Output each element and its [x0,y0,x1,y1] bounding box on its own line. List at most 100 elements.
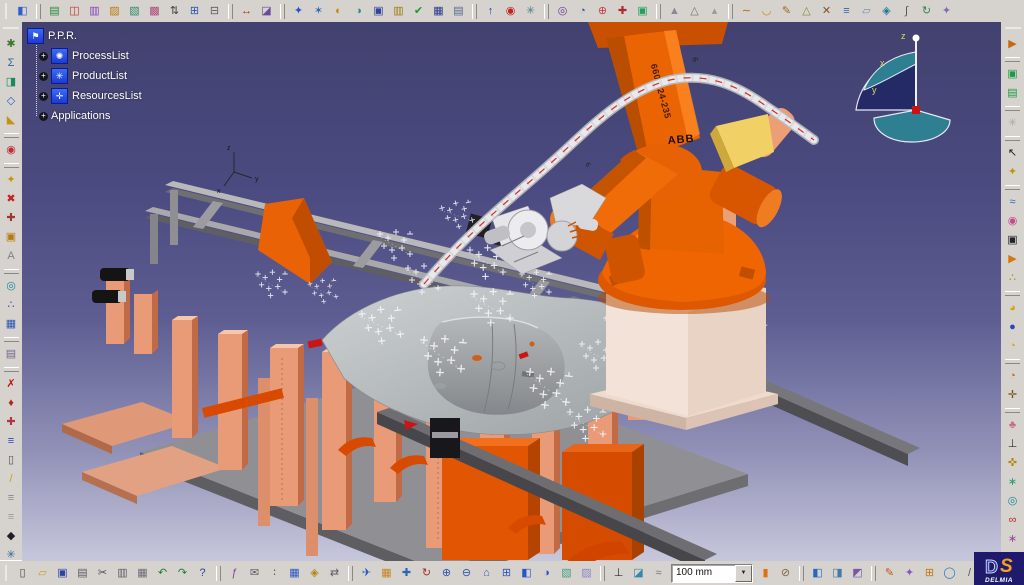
io-chain-icon[interactable]: ∞ [1003,511,1022,530]
tag-group-a-icon[interactable]: ∗ [1003,473,1022,492]
robot-home-pos-icon[interactable]: ▣ [2,228,21,247]
grid-snap-icon[interactable]: ⊞ [920,564,939,583]
comment-icon[interactable]: ✉ [245,564,264,583]
axis-system-icon[interactable]: ⊥ [1003,435,1022,454]
measure-inertia-icon[interactable]: ◪ [257,2,276,21]
resource-structure-icon[interactable]: ▨ [105,2,124,21]
swap-icon[interactable]: ⇄ [325,564,344,583]
expand-productlist-button[interactable]: + [39,72,48,81]
snapshot-icon[interactable]: ▣ [1003,231,1022,250]
vision-check-icon[interactable]: ◔ [573,2,592,21]
workbench-icon[interactable]: ◧ [13,2,32,21]
ball-joint-c-icon[interactable]: ◔ [1003,337,1022,356]
product-structure-icon[interactable]: ▥ [85,2,104,21]
productlist-node-label[interactable]: ProductList [72,70,127,82]
ppr-node-icon[interactable]: ⚑ [27,28,44,44]
undo-icon[interactable]: ↶ [153,564,172,583]
zoom-out-icon[interactable]: ⊖ [457,564,476,583]
new-document-icon[interactable]: ▯ [2,451,21,470]
tree-node-resourceslist[interactable]: + ✛ ResourcesList [39,86,142,106]
sequence-activities-icon[interactable]: ▩ [145,2,164,21]
3d-viewport-scene[interactable]: z x y [22,22,1001,561]
tree-node-productlist[interactable]: + ✳ ProductList [39,66,142,86]
broken-link-icon[interactable]: ⊘ [776,564,795,583]
tree-node-processlist[interactable]: + ✺ ProcessList [39,46,142,66]
intersection-icon[interactable]: ✕ [817,2,836,21]
kinematics-link-icon[interactable]: ◉ [2,141,21,160]
robot-add-task-icon[interactable]: ✚ [2,413,21,432]
lock-icon[interactable]: ◈ [305,564,324,583]
options-gear-icon[interactable]: ✳ [2,546,21,561]
graph-view-icon[interactable]: ⊟ [205,2,224,21]
manikin-back-icon[interactable]: ▴ [705,2,724,21]
monitor-icon[interactable]: ▣ [633,2,652,21]
expand-processlist-button[interactable]: + [39,52,48,61]
reorder-icon[interactable]: ⇅ [165,2,184,21]
3d-viewport[interactable]: z x y [22,22,1001,561]
pert-chart-icon[interactable]: ▤ [45,2,64,21]
clash-analysis-icon[interactable]: ▤ [449,2,468,21]
world-frame-icon[interactable]: ◯ [940,564,959,583]
compass-anchor[interactable] [912,106,920,114]
update-icon[interactable]: ↻ [917,2,936,21]
cut-icon[interactable]: ✂ [93,564,112,583]
spline-icon[interactable]: ∼ [737,2,756,21]
formula-icon[interactable]: ƒ [225,564,244,583]
sketch-edit-icon[interactable]: ✎ [777,2,796,21]
toolbar-grip[interactable] [5,565,10,581]
view-gear-icon[interactable]: ✱ [2,35,21,54]
applications-node-label[interactable]: Applications [51,110,110,122]
redo-icon[interactable]: ↷ [173,564,192,583]
fly-mode-icon[interactable]: ▶ [1003,35,1022,54]
toolbar-grip[interactable] [3,27,19,32]
resourceslist-node-icon[interactable]: ✛ [51,88,68,104]
annotation-text-icon[interactable]: A [2,247,21,266]
camera-teal-icon[interactable]: ◎ [1003,492,1022,511]
processlist-node-label[interactable]: ProcessList [72,50,129,62]
graphic-properties-icon[interactable]: ◣ [2,111,21,130]
multi-view-icon[interactable]: ⊞ [497,564,516,583]
target-frame-icon[interactable]: ⊕ [593,2,612,21]
extract-geometry-icon[interactable]: ◈ [877,2,896,21]
robot-pair-icon[interactable]: ♦ [2,394,21,413]
ppr-node-label[interactable]: P.P.R. [48,30,77,42]
fill-color-icon[interactable]: ◆ [2,527,21,546]
plane-tool-icon[interactable]: △ [797,2,816,21]
expand-applications-button[interactable]: + [39,112,48,121]
new-file-icon[interactable]: ▯ [13,564,32,583]
validate-icon[interactable]: ✔ [409,2,428,21]
simulate-jump-icon[interactable]: ✶ [309,2,328,21]
resource-list-icon[interactable]: ≡ [2,432,21,451]
save-icon[interactable]: ▣ [53,564,72,583]
machine-programming-icon[interactable]: ▣ [1003,65,1022,84]
select-cursor-icon[interactable]: ↖ [1003,144,1022,163]
tree-node-ppr[interactable]: ⚑ P.P.R. [27,26,142,46]
section-icon[interactable]: ∫ [897,2,916,21]
options-dots-icon[interactable]: ∶ [265,564,284,583]
view-plane-icon[interactable]: ◪ [629,564,648,583]
node-network-icon[interactable]: ∴ [2,296,21,315]
offset-planes-icon[interactable]: ≡ [837,2,856,21]
camera-view-icon[interactable]: ◉ [1003,212,1022,231]
robot-mount-icon[interactable]: ✦ [2,171,21,190]
collision-check-icon[interactable]: ▦ [429,2,448,21]
shading-cylinder-icon[interactable]: ◑ [537,564,556,583]
ball-joint-a-icon[interactable]: ◕ [1003,299,1022,318]
robot-trace-icon[interactable]: ∴ [1003,269,1022,288]
smooth-curve-icon[interactable]: ✦ [937,2,956,21]
stack-c-icon[interactable]: ◩ [848,564,867,583]
render-style-b-icon[interactable]: ▨ [577,564,596,583]
paste-icon[interactable]: ▦ [133,564,152,583]
zoom-in-icon[interactable]: ⊕ [437,564,456,583]
catalog-browser-icon[interactable]: ◨ [2,73,21,92]
robot-run-icon[interactable]: ✦ [1003,163,1022,182]
stack-b-icon[interactable]: ◨ [828,564,847,583]
pointer-dart-icon[interactable]: ▶ [1003,250,1022,269]
measure-angle-icon[interactable]: / [2,470,21,489]
layer-filter-icon[interactable]: ◇ [2,92,21,111]
process-table-icon[interactable]: ◫ [65,2,84,21]
rotate-view-icon[interactable]: ↻ [417,564,436,583]
machine-setup-icon[interactable]: ▤ [1003,84,1022,103]
copy-icon[interactable]: ▥ [113,564,132,583]
combo-dropdown-button[interactable]: ▼ [735,565,752,582]
